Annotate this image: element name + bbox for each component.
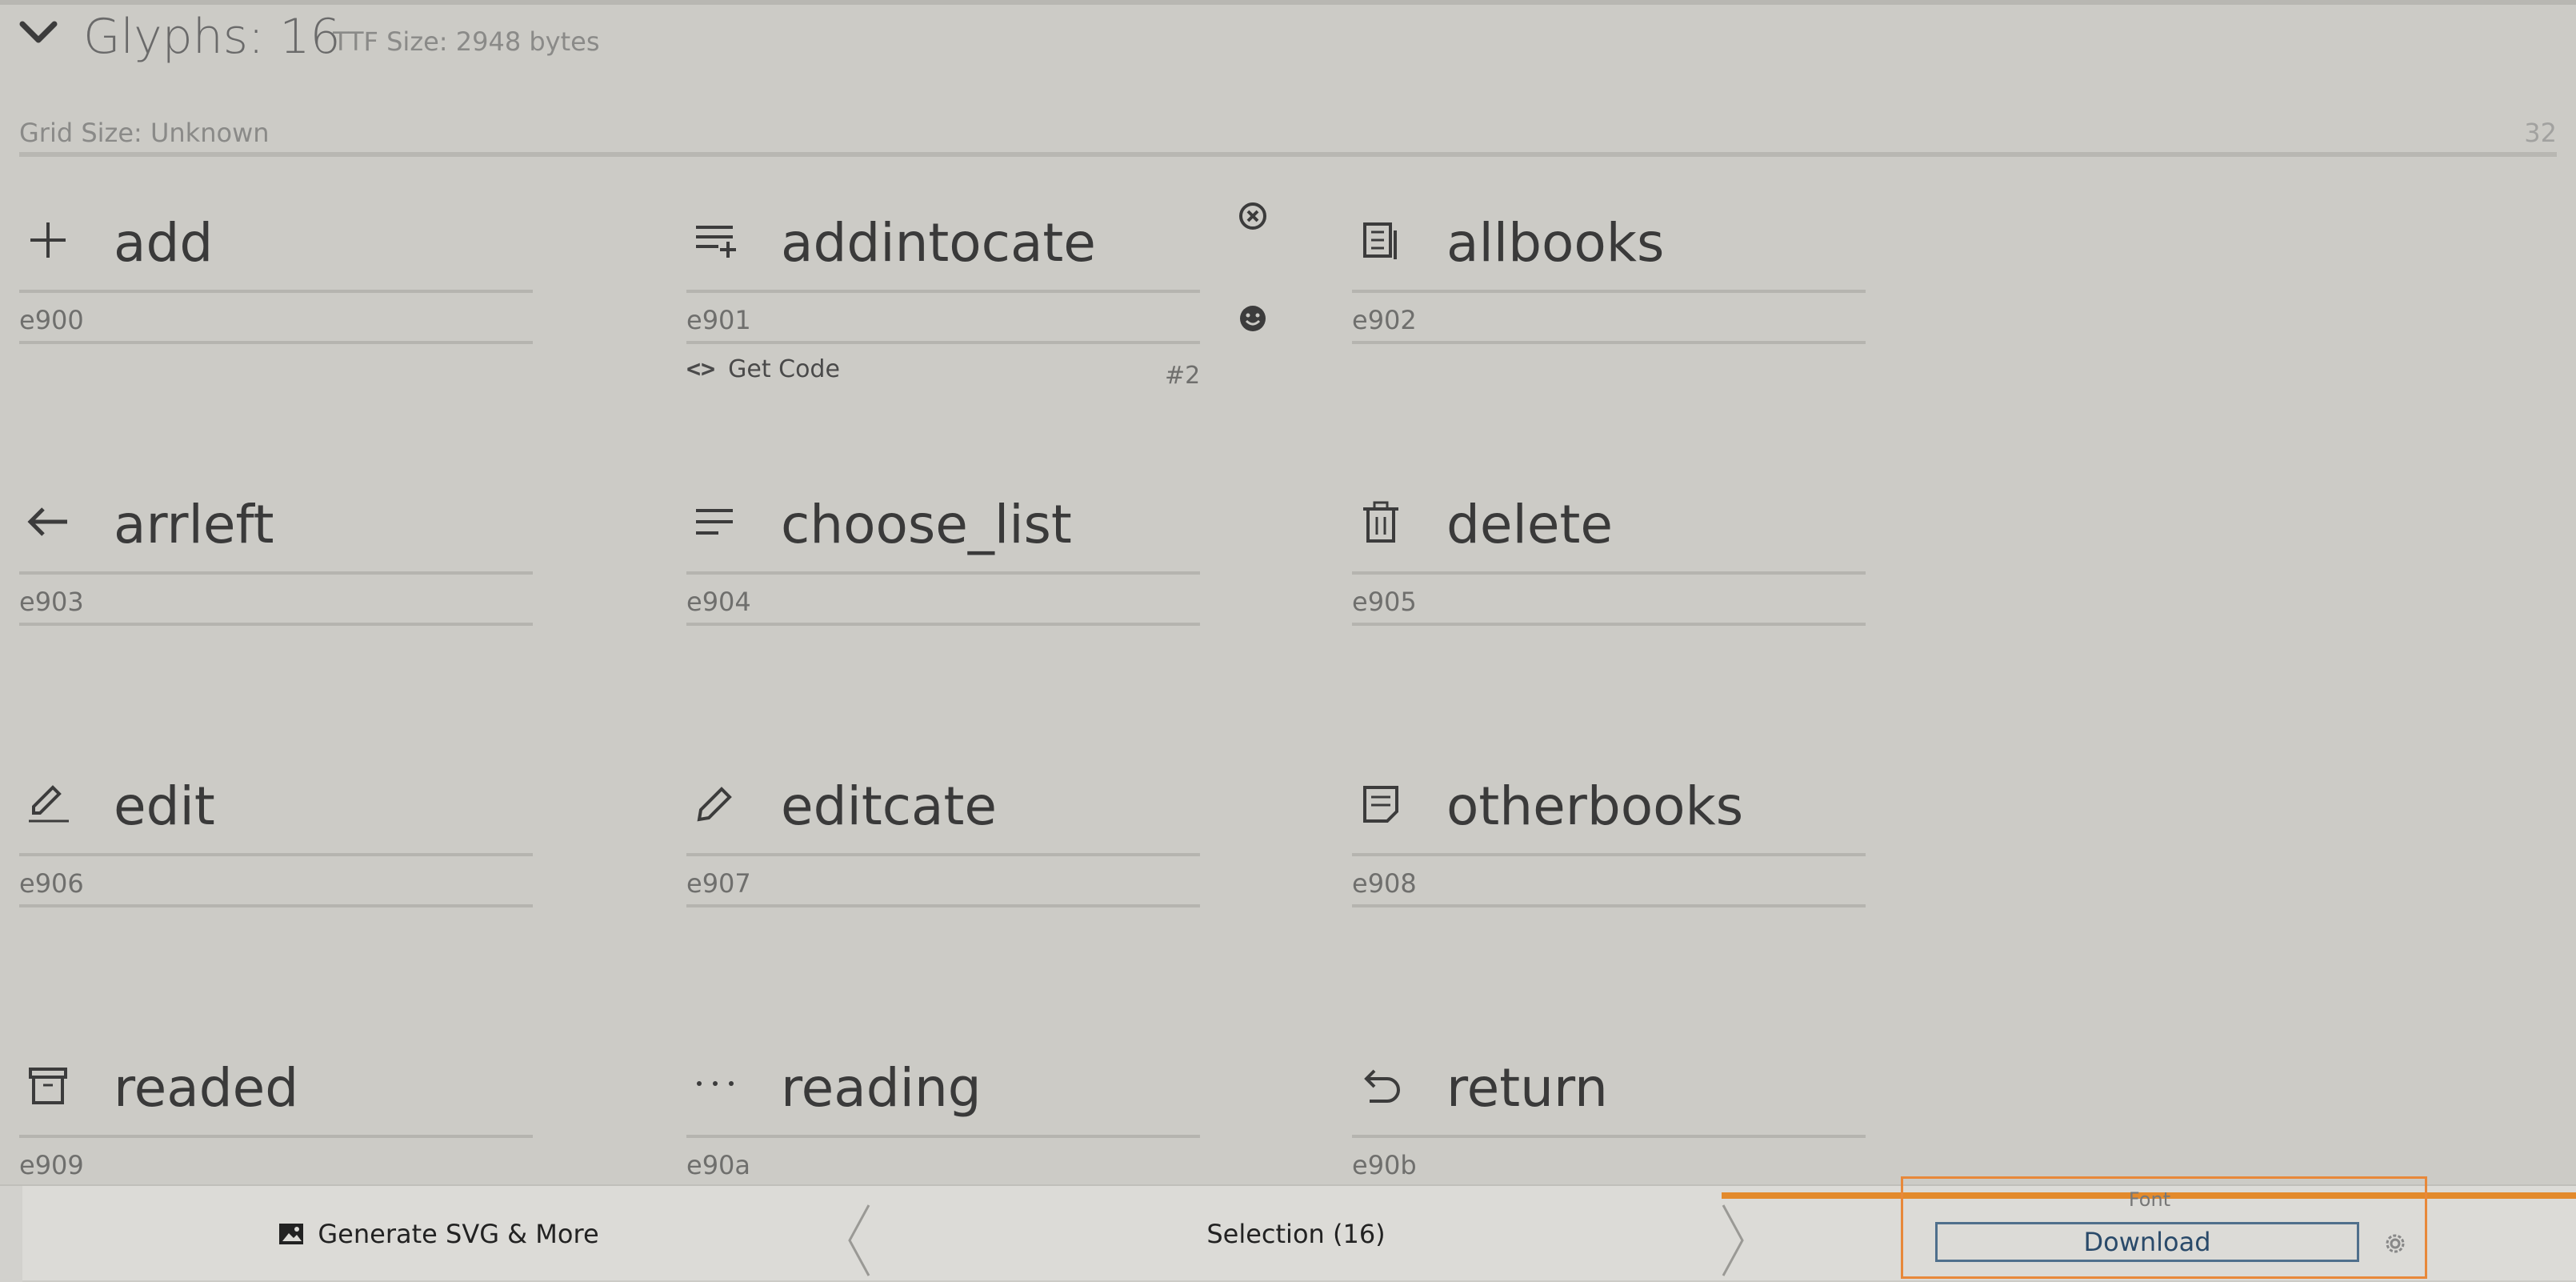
plus-icon [24,216,72,264]
glyph-code[interactable]: e904 [686,584,751,619]
generate-svg-label: Generate SVG & More [318,1219,599,1249]
glyph-name[interactable]: edit [114,773,215,840]
glyph-code[interactable]: e907 [686,866,751,901]
books-icon [1357,216,1405,264]
trash-icon [1357,498,1405,546]
glyph-item[interactable]: delete e905 [1352,458,1866,650]
glyph-code[interactable]: e908 [1352,866,1417,901]
grid-size-label: Grid Size: Unknown [19,118,270,148]
selection-button[interactable]: Selection (16) [880,1186,1712,1282]
glyph-item[interactable]: edit e906 [19,739,533,931]
grid-size-value[interactable]: 32 [2524,114,2557,152]
glyph-item[interactable]: editcate e907 [686,739,1200,931]
gear-icon[interactable] [2382,1230,2409,1257]
glyph-code[interactable]: e900 [19,302,84,338]
glyph-item[interactable]: add e900 [19,176,533,368]
grid-size-slider[interactable] [19,152,2557,157]
download-button[interactable]: Download [1935,1222,2359,1262]
glyph-name[interactable]: return [1446,1055,1608,1122]
font-panel: Font Download [1901,1176,2427,1279]
undo-icon [1357,1061,1405,1109]
archive-icon [24,1061,72,1109]
edit-icon [24,779,72,827]
list-icon [691,498,739,546]
glyph-name[interactable]: readed [114,1055,298,1122]
chevron-right-icon[interactable] [1718,1202,1747,1279]
glyph-name[interactable]: otherbooks [1446,773,1743,840]
glyph-code[interactable]: e909 [19,1148,84,1183]
glyph-code[interactable]: e906 [19,866,84,901]
glyph-item[interactable]: allbooks e902 [1352,176,1866,368]
close-circle-icon[interactable] [1237,200,1269,232]
glyph-name[interactable]: allbooks [1446,210,1664,277]
glyph-code[interactable]: e905 [1352,584,1417,619]
glyph-index: #2 [1165,362,1201,390]
font-label: Font [2128,1188,2171,1211]
glyph-item[interactable]: choose_list e904 [686,458,1200,650]
ttf-size-label: TTF Size: 2948 bytes [333,26,600,57]
glyph-name[interactable]: choose_list [781,491,1072,559]
note-icon [1357,779,1405,827]
glyph-name[interactable]: arrleft [114,491,274,559]
glyph-code[interactable]: e90a [686,1148,750,1183]
glyph-name[interactable]: delete [1446,491,1613,559]
generate-svg-button[interactable]: Generate SVG & More [22,1186,854,1282]
glyph-item[interactable]: arrleft e903 [19,458,533,650]
glyph-code[interactable]: e902 [1352,302,1417,338]
image-icon [279,1224,304,1244]
glyph-code[interactable]: e903 [19,584,84,619]
get-code-link[interactable]: <> Get Code [686,352,840,387]
glyph-code[interactable]: e901 [686,302,751,338]
arrow-left-icon [24,498,72,546]
glyph-name[interactable]: add [114,210,213,277]
ellipsis-icon [691,1061,739,1109]
chevron-left-icon[interactable] [845,1202,874,1279]
glyph-name[interactable]: addintocate [781,210,1096,277]
glyph-item-selected[interactable]: addintocate e901 [686,176,1200,368]
glyph-name[interactable]: reading [781,1055,982,1122]
selection-label: Selection (16) [1206,1219,1386,1249]
glyph-count-title: Glyphs: 16 [83,9,341,65]
pencil-icon [691,779,739,827]
glyph-name[interactable]: editcate [781,773,997,840]
get-code-label: Get Code [728,355,840,383]
glyph-code[interactable]: e90b [1352,1148,1417,1183]
chevron-down-icon[interactable] [18,18,59,50]
glyph-item[interactable]: otherbooks e908 [1352,739,1866,931]
smiley-icon[interactable] [1237,302,1269,335]
bottom-toolbar: Generate SVG & More Selection (16) Font … [0,1176,2576,1282]
code-icon: <> [686,355,716,383]
glyphs-header: Glyphs: 16 TTF Size: 2948 bytes [0,0,2576,88]
list-add-icon [691,216,739,264]
glyph-list: add e900 addintocate e901 allbooks e902 … [0,176,2576,1189]
